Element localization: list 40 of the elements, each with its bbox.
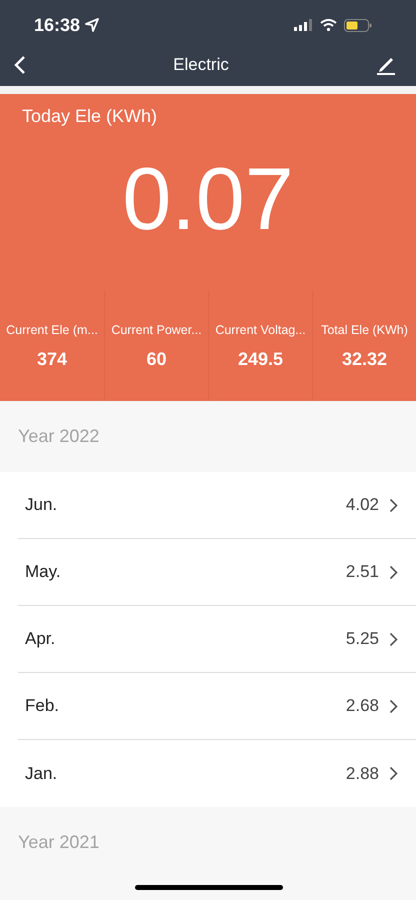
stat-label: Total Ele (KWh): [321, 322, 408, 336]
wifi-icon: [320, 19, 337, 31]
month-row[interactable]: Jan. 2.88: [18, 740, 416, 807]
stat-value: 32.32: [342, 348, 388, 370]
month-value: 5.25: [346, 629, 379, 649]
back-icon[interactable]: [14, 55, 26, 75]
location-icon: [85, 18, 100, 32]
chevron-icon: [389, 498, 398, 512]
today-value: 0.07: [122, 155, 294, 243]
year-header: Year 2022: [18, 426, 100, 447]
page-title: Electric: [173, 55, 229, 75]
chevron-icon: [389, 698, 398, 714]
stat-value: 249.5: [238, 348, 284, 370]
month-label: Feb.: [25, 696, 60, 716]
month-label: Jan.: [25, 764, 58, 784]
chevron-icon: [389, 766, 398, 781]
month-value: 2.88: [346, 764, 379, 784]
status-time: 16:38: [34, 14, 80, 36]
month-row[interactable]: Jun. 4.02: [18, 472, 416, 539]
chevron-icon: [389, 632, 398, 646]
month-value: 4.02: [346, 495, 379, 515]
month-label: Jun.: [25, 495, 58, 515]
stat-value: 374: [36, 348, 68, 370]
month-label: May.: [25, 562, 62, 582]
month-row[interactable]: Apr. 5.25: [18, 606, 416, 673]
edit-icon[interactable]: [376, 55, 396, 75]
month-value: 2.68: [346, 696, 379, 716]
today-label: Today Ele (KWh): [22, 106, 158, 127]
year-header: Year 2021: [18, 832, 100, 853]
stat-value: 60: [146, 348, 167, 370]
stat-label: Current Ele (m...: [6, 322, 98, 336]
signal-icon: [294, 19, 313, 31]
stat-label: Current Voltag...: [215, 322, 306, 336]
month-row[interactable]: May. 2.51: [18, 539, 416, 606]
stat-label: Current Power...: [111, 322, 202, 336]
month-value: 2.51: [346, 562, 379, 582]
month-row[interactable]: Feb. 2.68: [18, 673, 416, 740]
battery-icon: [344, 18, 372, 32]
month-label: Apr.: [25, 629, 56, 649]
chevron-icon: [389, 564, 398, 580]
